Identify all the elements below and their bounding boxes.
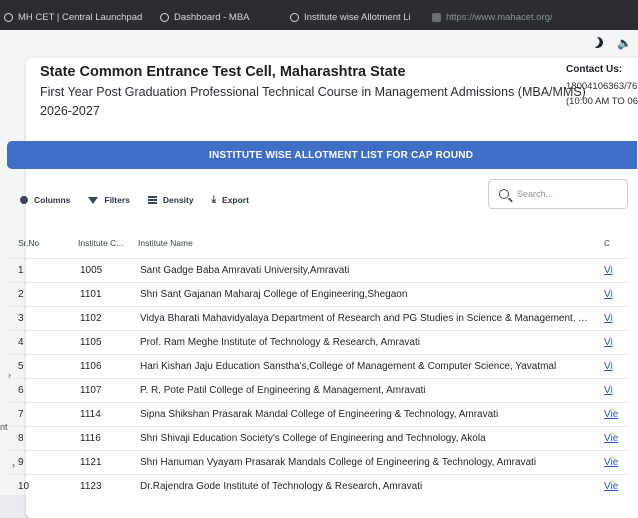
globe-icon [290,12,299,22]
allotment-banner: INSTITUTE WISE ALLOTMENT LIST FOR CAP RO… [7,141,637,169]
view-link[interactable]: Vi [604,385,613,396]
header-institute-name[interactable]: Institute Name [138,238,193,248]
view-link[interactable]: Vi [604,289,613,300]
view-link[interactable]: Vie [604,457,618,468]
header-action[interactable]: C [604,238,610,248]
cell-institute-name: Vidya Bharati Mahavidyalaya Department o… [140,313,590,324]
view-link[interactable]: Vi [604,337,613,348]
contact-heading: Contact Us: [566,64,623,75]
cell-institute-name: Shri Hanuman Vyayam Prasarak Mandals Col… [140,457,537,468]
search-box[interactable] [488,179,628,209]
cell-institute-name: Prof. Ram Meghe Institute of Technology … [140,337,420,348]
cell-institute-code: 1005 [80,265,103,276]
cell-institute-code: 1114 [80,409,101,420]
view-link[interactable]: Vi [604,361,613,372]
table-row: 1 1005 Sant Gadge Baba Amravati Universi… [8,258,630,282]
cell-institute-code: 1116 [80,433,101,444]
browser-tab-dashboard[interactable]: Dashboard - MBA [160,8,250,26]
cell-sr-no: 6 [18,385,24,396]
download-icon: ⤓ [211,194,217,205]
browser-tab-allotment[interactable]: Institute wise Allotment List... [290,8,410,26]
cell-institute-code: 1106 [80,361,102,372]
filter-icon [88,196,99,204]
cell-sr-no: 4 [18,337,24,348]
table-row: 6 1107 P. R. Pote Patil College of Engin… [8,378,630,402]
cell-sr-no: 3 [18,313,24,324]
page-subtitle: First Year Post Graduation Professional … [40,85,586,99]
table-row: 7 1114 Sipna Shikshan Prasarak Mandal Co… [8,402,630,426]
browser-tab-url[interactable]: https://www.mahacet.org/... [432,8,552,26]
cell-institute-name: Shri Sant Gajanan Maharaj College of Eng… [140,289,408,300]
export-button[interactable]: ⤓ Export [211,194,249,206]
view-link[interactable]: Vi [604,313,613,324]
tab-label: MH CET | Central Launchpad [18,11,143,23]
tab-label: https://www.mahacet.org/... [446,11,552,23]
table-row: 5 1106 Hari Kishan Jaju Education Sansth… [8,354,630,378]
cell-institute-code: 1105 [80,337,102,348]
page-title: State Common Entrance Test Cell, Maharas… [40,64,406,80]
cell-sr-no: 2 [18,289,24,300]
cell-institute-code: 1101 [80,289,102,300]
cell-institute-code: 1121 [80,457,102,468]
density-icon [147,196,157,204]
columns-button[interactable]: Columns [20,195,70,205]
cell-institute-name: Shri Shivaji Education Society's College… [140,433,486,444]
banner-text: INSTITUTE WISE ALLOTMENT LIST FOR CAP RO… [209,149,474,161]
view-link[interactable]: Vie [604,409,618,420]
filters-button[interactable]: Filters [88,195,130,205]
table-row: 10 1123 Dr.Rajendra Gode Institute of Te… [8,474,630,498]
sound-icon[interactable]: 🔈 [617,36,632,50]
cell-institute-name: Hari Kishan Jaju Education Sanstha's,Col… [140,361,557,372]
globe-icon [4,12,13,22]
table-row: 8 1116 Shri Shivaji Education Society's … [8,426,630,450]
cell-institute-code: 1102 [80,313,102,324]
table-row: 9 1121 Shri Hanuman Vyayam Prasarak Mand… [8,450,630,474]
tab-label: Dashboard - MBA [174,11,250,23]
columns-icon [20,196,28,204]
table-header: Sr.No Institute C... Institute Name C [8,228,630,258]
page-icon [432,12,441,22]
cell-institute-name: Sipna Shikshan Prasarak Mandal College o… [140,409,499,420]
contact-phone: 18004106363/76 [566,81,638,92]
page-body: 🔈 › nt › State Common Entrance Test Cell… [0,30,638,518]
browser-tab-mhcet[interactable]: MH CET | Central Launchpad [4,8,142,26]
left-edge-text: nt [0,422,8,432]
table-row: 3 1102 Vidya Bharati Mahavidyalaya Depar… [8,306,630,330]
view-link[interactable]: Vi [604,265,613,276]
table-row: 4 1105 Prof. Ram Meghe Institute of Tech… [8,330,630,354]
view-link[interactable]: Vie [604,481,618,492]
cell-sr-no: 10 [18,481,30,492]
cell-sr-no: 1 [18,265,24,276]
cell-sr-no: 7 [18,409,24,420]
cell-institute-name: P. R. Pote Patil College of Engineering … [140,385,426,396]
table-row: 2 1101 Shri Sant Gajanan Maharaj College… [8,282,630,306]
contact-hours: (10:00 AM TO 06: [566,96,638,107]
browser-tab-strip: MH CET | Central Launchpad Dashboard - M… [0,0,638,30]
header-sr-no[interactable]: Sr.No [18,238,39,248]
globe-icon [160,12,169,22]
search-input[interactable] [515,188,619,200]
cell-institute-code: 1107 [80,385,102,396]
academic-year: 2026-2027 [40,104,100,118]
view-link[interactable]: Vie [604,433,618,444]
cell-sr-no: 8 [18,433,24,444]
cell-institute-name: Dr.Rajendra Gode Institute of Technology… [140,481,423,492]
grid-toolbar: Columns Filters Density ⤓ Export [20,195,249,205]
tab-label: Institute wise Allotment List... [304,11,410,23]
cell-sr-no: 9 [18,457,24,468]
cell-sr-no: 5 [18,361,24,372]
header-institute-code[interactable]: Institute C... [78,238,123,248]
density-button[interactable]: Density [147,195,194,205]
dark-mode-icon[interactable] [590,35,604,49]
cell-institute-name: Sant Gadge Baba Amravati University,Amra… [140,265,350,276]
cell-institute-code: 1123 [80,481,102,492]
search-icon [499,189,509,199]
top-icons: 🔈 [592,36,632,50]
table-body: 1 1005 Sant Gadge Baba Amravati Universi… [8,258,630,498]
